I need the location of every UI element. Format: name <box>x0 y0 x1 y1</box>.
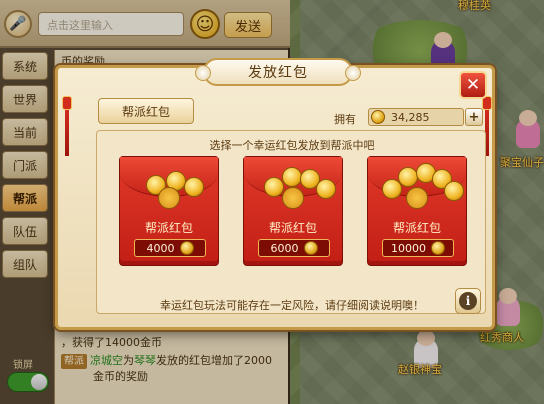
amount-value: 10000 <box>391 241 426 255</box>
envelope-label: 帮派红包 <box>144 221 193 235</box>
coin-icon <box>316 179 336 199</box>
gold-coin-icon <box>179 241 194 255</box>
add-gold-button[interactable]: + <box>465 108 483 126</box>
coin-icon <box>444 181 464 201</box>
amount-value: 6000 <box>270 241 299 255</box>
risk-warning-text: 幸运红包玩法可能存在一定风险，请仔细阅读说明噢！ <box>160 299 424 312</box>
seal-icon <box>158 187 180 209</box>
red-packet-4000[interactable]: 帮派红包 4000 <box>119 156 219 266</box>
tassel-ornament <box>62 96 72 156</box>
own-label: 拥有 <box>334 113 356 126</box>
coin-icon <box>184 177 204 197</box>
dialog-title: 发放红包 <box>195 58 361 86</box>
amount-value: 4000 <box>146 241 175 255</box>
balance-value: 34,285 <box>391 110 430 124</box>
red-packet-10000[interactable]: 帮派红包 10000 <box>367 156 467 266</box>
coin-icon <box>282 167 302 187</box>
tab-guild-red-packet[interactable]: 帮派红包 <box>98 98 194 124</box>
envelope-label: 帮派红包 <box>392 221 441 235</box>
info-icon: i <box>459 292 477 310</box>
close-button[interactable]: ✕ <box>459 71 487 99</box>
gold-coin-icon <box>303 241 318 255</box>
envelope-amount: 10000 <box>382 239 454 257</box>
seal-icon <box>282 187 304 209</box>
info-button[interactable]: i <box>455 288 481 314</box>
instruction-text: 选择一个幸运红包发放到帮派中吧 <box>209 139 375 152</box>
gold-coin-icon <box>371 110 385 124</box>
gold-coin-icon <box>431 241 445 255</box>
red-packet-dialog: 发放红包 ✕ 帮派红包 拥有 34,285 + 选择一个幸运红包发放到帮派中吧 … <box>55 58 495 330</box>
seal-icon <box>406 187 428 209</box>
red-packet-6000[interactable]: 帮派红包 6000 <box>243 156 343 266</box>
gold-balance: 34,285 <box>368 108 464 126</box>
envelope-amount: 6000 <box>258 239 330 257</box>
envelope-amount: 4000 <box>134 239 206 257</box>
envelope-label: 帮派红包 <box>268 221 317 235</box>
envelope-panel: 选择一个幸运红包发放到帮派中吧 帮派红包 4000 帮派红包 6000 帮派红包… <box>96 130 486 314</box>
coin-icon <box>398 167 418 187</box>
coin-icon <box>264 177 284 197</box>
